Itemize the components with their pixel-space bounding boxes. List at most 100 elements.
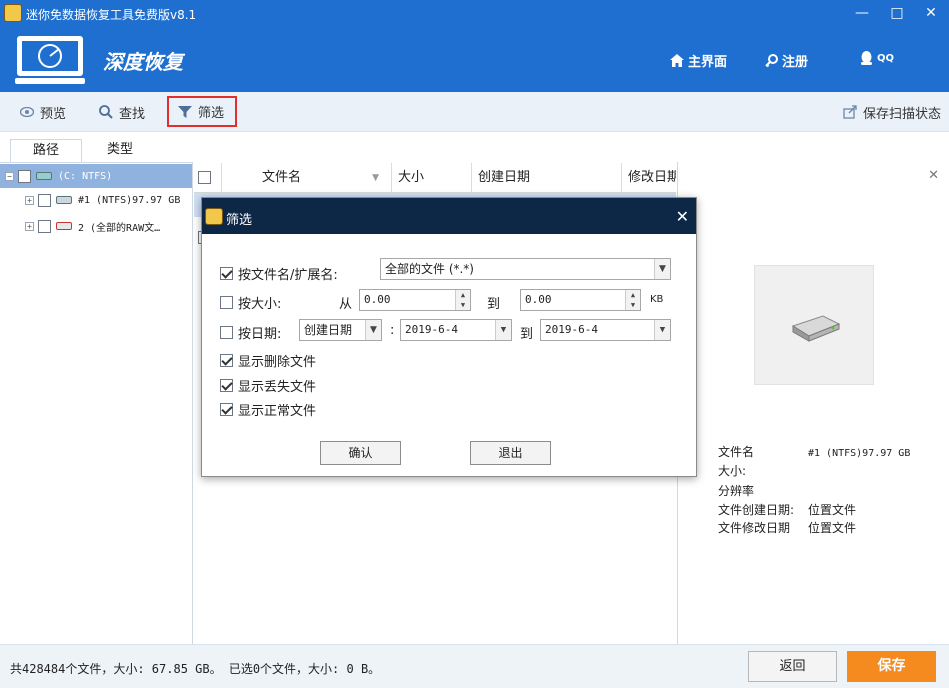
- by-date-checkbox[interactable]: [220, 326, 233, 339]
- app-header: 深度恢复 主界面 注册 QQ: [0, 28, 949, 92]
- title-bar: 迷你免数据恢复工具免费版v8.1 — □ ✕: [0, 0, 949, 28]
- nav-qq[interactable]: QQ: [860, 51, 894, 65]
- maximize-icon[interactable]: □: [886, 4, 908, 22]
- collapse-icon[interactable]: −: [5, 171, 14, 181]
- dialog-close-icon[interactable]: ✕: [676, 207, 689, 226]
- size-to-input[interactable]: 0.00 ▲ ▼: [520, 289, 641, 311]
- size-to-value: 0.00: [525, 293, 552, 306]
- info-size: 大小:: [718, 462, 808, 479]
- spinner-arrows-icon[interactable]: ▲ ▼: [625, 290, 640, 310]
- tab-type[interactable]: 类型: [88, 139, 152, 163]
- tree-checkbox-root[interactable]: [18, 169, 31, 183]
- col-created[interactable]: 创建日期: [472, 163, 622, 193]
- date-from-value: 2019-6-4: [405, 323, 458, 336]
- chevron-down-icon[interactable]: ▼: [654, 320, 670, 340]
- filter-button[interactable]: 筛选: [167, 96, 237, 127]
- view-tabs: 路径 类型: [0, 139, 192, 163]
- preview-button[interactable]: 预览: [20, 100, 66, 124]
- expand-icon[interactable]: +: [25, 195, 34, 205]
- date-to-select[interactable]: 2019-6-4 ▼: [540, 319, 671, 341]
- date-type-value: 创建日期: [304, 323, 353, 337]
- col-name[interactable]: 文件名 ▼: [222, 163, 392, 193]
- date-from-select[interactable]: 2019-6-4 ▼: [400, 319, 512, 341]
- date-to-label: 到: [520, 327, 534, 342]
- status-bar: 共428484个文件，大小: 67.85 GB。 已选0个文件，大小: 0 B。…: [0, 644, 949, 688]
- close-icon[interactable]: ✕: [920, 4, 942, 22]
- chevron-down-icon[interactable]: ▼: [654, 259, 670, 279]
- tree-checkbox-2[interactable]: [38, 219, 51, 233]
- drive-icon: [36, 172, 52, 180]
- info-filename: 文件名 #1 (NTFS)97.97 GB: [718, 443, 910, 460]
- minimize-icon[interactable]: —: [851, 4, 873, 22]
- filter-by-name[interactable]: 按文件名/扩展名:: [220, 264, 338, 283]
- nav-home[interactable]: 主界面: [670, 51, 727, 70]
- show-deleted-checkbox[interactable]: [220, 354, 233, 367]
- raw-drive-icon: [56, 222, 72, 230]
- confirm-button[interactable]: 确认: [320, 441, 401, 465]
- tab-path[interactable]: 路径: [10, 139, 82, 163]
- nav-register[interactable]: 注册: [765, 51, 808, 70]
- tree-pane: − (C: NTFS) + #1 (NTFS)97.97 GB + 2 (全部的…: [0, 162, 193, 644]
- save-button[interactable]: 保存: [847, 651, 936, 682]
- chevron-down-icon[interactable]: ▼: [495, 320, 511, 340]
- filter-dialog: 筛选 ✕ 按文件名/扩展名: 全部的文件 (*.*) ▼ 按大小: 从 0.00…: [201, 197, 697, 477]
- show-lost-checkbox[interactable]: [220, 379, 233, 392]
- toolbar: 预览 查找 筛选 保存扫描状态: [0, 92, 949, 132]
- show-lost-label: 显示丢失文件: [238, 380, 317, 395]
- show-deleted-label: 显示删除文件: [238, 355, 317, 370]
- file-type-select[interactable]: 全部的文件 (*.*) ▼: [380, 258, 671, 280]
- hard-drive-icon: [791, 315, 841, 342]
- tree-label: #1 (NTFS)97.97 GB: [78, 194, 181, 206]
- search-icon: [99, 105, 113, 119]
- nav-qq-label: QQ: [877, 52, 895, 64]
- col-modified[interactable]: 修改日期: [622, 163, 676, 193]
- logo-icon: [15, 36, 85, 84]
- size-from-input[interactable]: 0.00 ▲ ▼: [359, 289, 471, 311]
- back-button[interactable]: 返回: [748, 651, 837, 682]
- by-size-label: 按大小:: [238, 297, 282, 312]
- home-icon: [670, 54, 684, 67]
- select-all-checkbox[interactable]: [198, 171, 211, 184]
- info-created: 文件创建日期: 位置文件: [718, 501, 856, 518]
- window-title: 迷你免数据恢复工具免费版v8.1: [26, 8, 197, 22]
- tree-row-partition-2[interactable]: + 2 (全部的RAW文…: [0, 214, 192, 238]
- col-size[interactable]: 大小: [392, 163, 472, 193]
- by-size-checkbox[interactable]: [220, 296, 233, 309]
- from-label: 从: [339, 297, 353, 312]
- export-icon: [843, 105, 857, 119]
- chevron-down-icon[interactable]: ▼: [365, 320, 381, 340]
- filter-by-date[interactable]: 按日期:: [220, 323, 281, 342]
- exit-button[interactable]: 退出: [470, 441, 551, 465]
- info-filename-value: #1 (NTFS)97.97 GB: [808, 448, 911, 459]
- file-list-header: 文件名 ▼ 大小 创建日期 修改日期: [194, 163, 676, 193]
- save-scan-button[interactable]: 保存扫描状态: [843, 100, 941, 124]
- info-modified-label: 文件修改日期: [718, 521, 791, 535]
- info-resolution-label: 分辨率: [718, 484, 755, 498]
- info-filename-label: 文件名: [718, 445, 755, 459]
- find-label: 查找: [119, 106, 146, 122]
- find-button[interactable]: 查找: [99, 100, 145, 124]
- show-normal-checkbox[interactable]: [220, 403, 233, 416]
- show-lost-option[interactable]: 显示丢失文件: [220, 376, 316, 395]
- spinner-arrows-icon[interactable]: ▲ ▼: [455, 290, 470, 310]
- by-date-label: 按日期:: [238, 327, 282, 342]
- info-size-label: 大小:: [718, 464, 747, 478]
- tree-row-partition-1[interactable]: + #1 (NTFS)97.97 GB: [0, 188, 192, 212]
- date-type-select[interactable]: 创建日期 ▼: [299, 319, 382, 341]
- eye-icon: [20, 107, 34, 117]
- tree-row-root[interactable]: − (C: NTFS): [0, 164, 192, 188]
- show-normal-option[interactable]: 显示正常文件: [220, 400, 316, 419]
- filter-by-size[interactable]: 按大小:: [220, 293, 281, 312]
- app-icon: [205, 208, 223, 225]
- qq-icon: [861, 51, 872, 65]
- close-preview-icon[interactable]: ✕: [928, 168, 939, 183]
- sort-down-icon[interactable]: ▼: [372, 163, 379, 193]
- info-modified: 文件修改日期 位置文件: [718, 519, 856, 536]
- dialog-title-bar: 筛选 ✕: [202, 198, 696, 234]
- by-name-checkbox[interactable]: [220, 267, 233, 280]
- tree-checkbox-1[interactable]: [38, 193, 51, 207]
- info-resolution: 分辨率: [718, 482, 808, 499]
- tree-label: (C: NTFS): [58, 170, 113, 182]
- expand-icon[interactable]: +: [25, 221, 34, 231]
- show-deleted-option[interactable]: 显示删除文件: [220, 351, 316, 370]
